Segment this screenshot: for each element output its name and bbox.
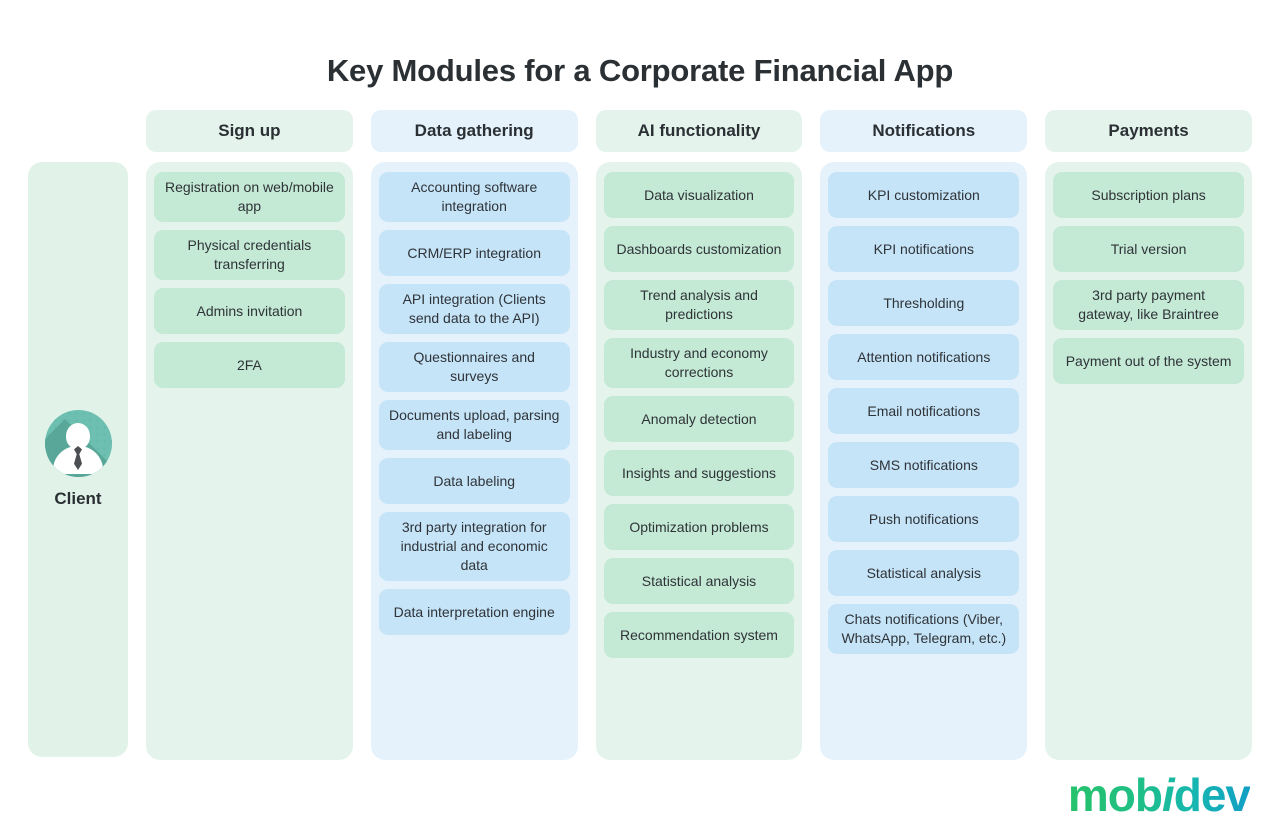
client-lane: Client (28, 162, 128, 757)
module-card[interactable]: Recommendation system (603, 612, 795, 658)
modules-board: Client Sign up Registration on web/mobile… (28, 110, 1252, 760)
module-card[interactable]: Subscription plans (1053, 172, 1244, 218)
column-body: Subscription plans Trial version 3rd party… (1045, 162, 1252, 760)
module-card[interactable]: Chats notifications (Viber, WhatsApp, Te… (828, 604, 1020, 654)
module-card[interactable]: Industry and economy corrections (603, 338, 795, 388)
module-card[interactable]: Accounting software integration (378, 172, 570, 222)
column-body: KPI customization KPI notifications Thresh… (820, 162, 1028, 760)
module-card[interactable]: Optimization problems (603, 504, 795, 550)
module-card[interactable]: 3rd party payment gateway, like Braintre… (1053, 280, 1244, 330)
column-header[interactable]: AI functionality (595, 110, 803, 152)
module-card[interactable]: Registration on web/mobile app (154, 172, 345, 222)
module-column: Notifications KPI customization KPI notifi… (820, 110, 1028, 760)
module-column: Sign up Registration on web/mobile app Phy… (146, 110, 353, 760)
column-header[interactable]: Payments (1045, 110, 1252, 152)
module-card[interactable]: Documents upload, parsing and labeling (378, 400, 570, 450)
column-body: Accounting software integration CRM/ERP i… (370, 162, 578, 760)
module-card[interactable]: 3rd party integration for industrial and… (378, 512, 570, 581)
column-header[interactable]: Notifications (820, 110, 1028, 152)
page-title: Key Modules for a Corporate Financial Ap… (326, 52, 954, 88)
user-avatar-icon (44, 410, 112, 477)
module-column: AI functionality Data visualization Dashbo… (595, 110, 803, 760)
module-column: Data gathering Accounting software integr… (370, 110, 578, 760)
module-card[interactable]: 2FA (154, 342, 345, 388)
module-card[interactable]: Physical credentials transferring (154, 230, 345, 280)
module-card[interactable]: CRM/ERP integration (378, 230, 570, 276)
module-card[interactable]: Attention notifications (828, 334, 1020, 380)
module-card[interactable]: Anomaly detection (603, 396, 795, 442)
column-body: Data visualization Dashboards customizati… (595, 162, 803, 760)
module-card[interactable]: Dashboards customization (603, 226, 795, 272)
module-card[interactable]: Insights and suggestions (603, 450, 795, 496)
module-card[interactable]: Payment out of the system (1053, 338, 1244, 384)
module-card[interactable]: Questionnaires and surveys (378, 342, 570, 392)
module-card[interactable]: Trial version (1053, 226, 1244, 272)
logo-text-italic-i: i (1161, 769, 1174, 821)
avatar-head (66, 423, 90, 449)
client-label: Client (54, 489, 102, 508)
mobidev-logo: mobidev (1068, 772, 1250, 818)
module-card[interactable]: Statistical analysis (603, 558, 795, 604)
module-card[interactable]: Data visualization (603, 172, 795, 218)
column-header[interactable]: Data gathering (370, 110, 578, 152)
module-card[interactable]: Email notifications (828, 388, 1020, 434)
module-card[interactable]: KPI notifications (828, 226, 1020, 272)
logo-text-part1: mob (1067, 769, 1162, 821)
module-card[interactable]: SMS notifications (828, 442, 1020, 488)
module-card[interactable]: API integration (Clients send data to th… (378, 284, 570, 334)
module-card[interactable]: Statistical analysis (828, 550, 1020, 596)
module-card[interactable]: KPI customization (828, 172, 1020, 218)
logo-text-part2: dev (1173, 769, 1250, 821)
column-body: Registration on web/mobile app Physical c… (146, 162, 353, 760)
module-column: Payments Subscription plans Trial version 3… (1045, 110, 1252, 760)
module-card[interactable]: Data labeling (378, 458, 570, 504)
module-card[interactable]: Admins invitation (154, 288, 345, 334)
module-card[interactable]: Push notifications (828, 496, 1020, 542)
module-card[interactable]: Thresholding (828, 280, 1020, 326)
module-card[interactable]: Data interpretation engine (378, 589, 570, 635)
module-card[interactable]: Trend analysis and predictions (603, 280, 795, 330)
column-header[interactable]: Sign up (146, 110, 353, 152)
